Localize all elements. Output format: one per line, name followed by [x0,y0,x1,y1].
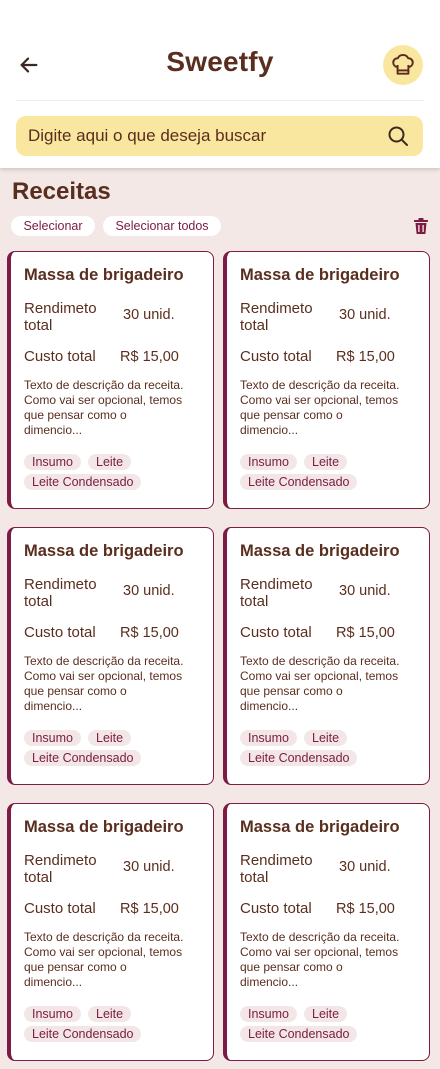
cost-label: Custo total [24,348,96,365]
recipe-tag: Insumo [24,454,81,470]
search-icon [388,126,408,146]
yield-label: Rendimeto total [240,576,313,610]
yield-value: 30 unid. [123,583,175,599]
recipe-card[interactable]: Massa de brigadeiro Rendimeto total 30 u… [223,251,430,509]
recipe-description: Texto de descrição da receita. Como vai … [240,930,400,989]
delete-button[interactable] [413,217,429,235]
yield-label: Rendimeto total [24,852,97,886]
recipe-tag: Leite [88,1006,132,1022]
search-bar [16,116,423,156]
cost-value: R$ 15,00 [120,349,179,365]
recipe-tag: Leite [304,1006,348,1022]
select-button[interactable]: Selecionar [11,216,95,236]
recipe-title: Massa de brigadeiro [240,542,400,560]
app-title: Sweetfy [166,46,274,77]
recipe-tag: Leite Condensado [240,474,358,490]
trash-icon [414,218,428,234]
yield-label: Rendimeto total [240,300,313,334]
cost-value: R$ 15,00 [336,901,395,917]
recipe-description: Texto de descrição da receita. Como vai … [24,930,184,989]
chef-hat-icon [392,54,414,75]
yield-value: 30 unid. [339,307,391,323]
recipe-description: Texto de descrição da receita. Como vai … [24,654,184,713]
search-input[interactable] [28,126,385,146]
recipe-tag: Leite [304,730,348,746]
recipe-tag: Leite [88,730,132,746]
cost-label: Custo total [24,900,96,917]
recipe-tag: Leite [88,454,132,470]
yield-label: Rendimeto total [240,852,313,886]
cost-label: Custo total [240,624,312,641]
recipe-card[interactable]: Massa de brigadeiro Rendimeto total 30 u… [7,251,214,509]
cost-value: R$ 15,00 [336,349,395,365]
recipe-description: Texto de descrição da receita. Como vai … [240,378,400,437]
yield-label: Rendimeto total [24,300,97,334]
recipe-card[interactable]: Massa de brigadeiro Rendimeto total 30 u… [223,527,430,785]
cost-value: R$ 15,00 [120,625,179,641]
search-button[interactable] [385,123,411,149]
section-title: Receitas [12,178,111,205]
recipe-tag: Leite Condensado [24,1026,142,1042]
cost-value: R$ 15,00 [120,901,179,917]
app-header: Sweetfy [0,0,440,168]
yield-value: 30 unid. [339,583,391,599]
yield-value: 30 unid. [123,307,175,323]
yield-label: Rendimeto total [24,576,97,610]
yield-value: 30 unid. [123,859,175,875]
recipe-tag: Insumo [24,1006,81,1022]
recipe-title: Massa de brigadeiro [24,542,184,560]
cost-label: Custo total [240,900,312,917]
recipe-tag: Insumo [240,454,297,470]
recipe-description: Texto de descrição da receita. Como vai … [240,654,400,713]
recipe-tag: Insumo [24,730,81,746]
recipe-tag: Leite Condensado [24,750,142,766]
recipe-tag: Leite Condensado [240,1026,358,1042]
yield-value: 30 unid. [339,859,391,875]
header-divider [16,100,424,101]
cost-label: Custo total [24,624,96,641]
recipe-tag: Insumo [240,730,297,746]
recipe-title: Massa de brigadeiro [24,266,184,284]
recipe-card[interactable]: Massa de brigadeiro Rendimeto total 30 u… [223,803,430,1061]
recipe-card[interactable]: Massa de brigadeiro Rendimeto total 30 u… [7,527,214,785]
recipe-title: Massa de brigadeiro [24,818,184,836]
recipe-tag: Leite [304,454,348,470]
select-all-button[interactable]: Selecionar todos [103,216,221,236]
cost-value: R$ 15,00 [336,625,395,641]
recipe-title: Massa de brigadeiro [240,266,400,284]
profile-avatar[interactable] [383,45,423,85]
cost-label: Custo total [240,348,312,365]
recipe-tag: Insumo [240,1006,297,1022]
recipe-title: Massa de brigadeiro [240,818,400,836]
recipe-tag: Leite Condensado [240,750,358,766]
recipe-card[interactable]: Massa de brigadeiro Rendimeto total 30 u… [7,803,214,1061]
recipe-tag: Leite Condensado [24,474,142,490]
recipe-description: Texto de descrição da receita. Como vai … [24,378,184,437]
